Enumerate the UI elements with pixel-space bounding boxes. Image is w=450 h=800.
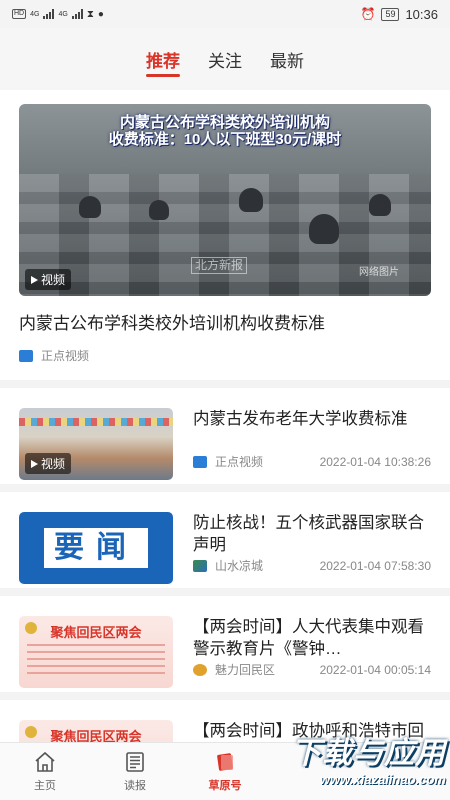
thumbnail-caption-line-1: 内蒙古公布学科类校外培训机构: [119, 114, 330, 131]
article-thumbnail[interactable]: 聚焦回民区两会: [19, 616, 173, 688]
source-logo-icon: [193, 663, 207, 676]
student-figure: [79, 196, 101, 218]
featured-meta: 正点视频: [19, 347, 431, 364]
article-meta: 山水凉城 2022-01-04 07:58:30: [193, 557, 431, 574]
nav-label: 草原号: [208, 780, 242, 792]
article-thumbnail[interactable]: 视频: [19, 408, 173, 480]
source-name[interactable]: 正点视频: [215, 453, 263, 470]
status-bar: HD 4G 4G ⧗ ● ⏰ 59 10:36: [0, 0, 450, 28]
featured-thumbnail[interactable]: 内蒙古公布学科类校外培训机构 收费标准：10人以下班型30元/课时 北方新报 网…: [19, 104, 431, 296]
source-name[interactable]: 魅力回民区: [215, 661, 275, 678]
source-logo-icon: [193, 455, 207, 468]
thumbnail-caption-line-2: 收费标准：10人以下班型30元/课时: [108, 131, 342, 148]
student-figure: [369, 194, 391, 216]
image-watermark: 网络图片: [359, 267, 399, 278]
article-body: 【两会时间】人大代表集中观看警示教育片《警钟… 魅力回民区 2022-01-04…: [193, 616, 431, 678]
clock: 10:36: [405, 6, 438, 22]
video-badge: 视频: [25, 453, 72, 474]
nav-newspaper[interactable]: 读报: [90, 743, 180, 800]
nav-grassland[interactable]: 草原号: [180, 743, 270, 800]
publish-time: 2022-01-04 07:58:30: [319, 558, 431, 573]
tab-following[interactable]: 关注: [208, 39, 242, 79]
nav-home[interactable]: 主页: [0, 743, 90, 800]
signal-icon: [43, 9, 55, 19]
featured-title[interactable]: 内蒙古公布学科类校外培训机构收费标准: [19, 312, 431, 336]
article-title[interactable]: 防止核战！五个核武器国家联合声明: [193, 512, 431, 556]
thumbnail-text: 聚焦回民区两会: [50, 729, 142, 742]
video-label: 视频: [41, 457, 66, 471]
publish-time: 2022-01-04 00:05:14: [319, 662, 431, 677]
video-badge: 视频: [25, 269, 72, 290]
news-feed[interactable]: 内蒙古公布学科类校外培训机构 收费标准：10人以下班型30元/课时 北方新报 网…: [0, 90, 450, 742]
thumbnail-caption: 内蒙古公布学科类校外培训机构 收费标准：10人以下班型30元/课时: [19, 114, 431, 148]
source-logo-icon: [193, 559, 207, 572]
article-thumbnail[interactable]: 聚焦回民区两会: [19, 720, 173, 742]
hourglass-icon: ⧗: [86, 8, 94, 20]
article-body: 内蒙古发布老年大学收费标准 正点视频 2022-01-04 10:38:26: [193, 408, 431, 470]
article-thumbnail[interactable]: 要闻: [19, 512, 173, 584]
article-meta: 魅力回民区 2022-01-04 00:05:14: [193, 661, 431, 678]
publish-time: 2022-01-04 10:38:26: [319, 454, 431, 469]
source-logo-icon: [19, 349, 33, 362]
video-label: 视频: [41, 273, 66, 287]
network-label: 4G: [30, 10, 40, 18]
article-title[interactable]: 内蒙古发布老年大学收费标准: [193, 408, 431, 452]
list-item[interactable]: 要闻 防止核战！五个核武器国家联合声明 山水凉城 2022-01-04 07:5…: [0, 492, 450, 596]
featured-article[interactable]: 内蒙古公布学科类校外培训机构 收费标准：10人以下班型30元/课时 北方新报 网…: [0, 90, 450, 388]
list-item[interactable]: 视频 内蒙古发布老年大学收费标准 正点视频 2022-01-04 10:38:2…: [0, 388, 450, 492]
message-icon: ●: [97, 8, 104, 20]
home-icon: [35, 751, 55, 772]
hd-badge: HD: [12, 9, 27, 19]
newspaper-watermark: 北方新报: [191, 257, 248, 274]
article-body: 防止核战！五个核武器国家联合声明 山水凉城 2022-01-04 07:58:3…: [193, 512, 431, 574]
student-figure: [239, 188, 263, 212]
network-label-2: 4G: [58, 10, 68, 18]
thumbnail-lines: [27, 644, 165, 674]
grassland-icon: [217, 753, 233, 771]
play-icon: [31, 275, 38, 284]
feed-tabs: 推荐 关注 最新: [0, 28, 450, 90]
article-meta: 正点视频 2022-01-04 10:38:26: [193, 453, 431, 470]
student-figure: [149, 200, 169, 220]
list-item[interactable]: 聚焦回民区两会 【两会时间】政协呼和浩特市回民区第十届委员会…: [0, 700, 450, 742]
nav-label: 主页: [34, 780, 56, 792]
battery-icon: 59: [381, 7, 400, 21]
list-item[interactable]: 聚焦回民区两会 【两会时间】人大代表集中观看警示教育片《警钟… 魅力回民区 20…: [0, 596, 450, 700]
newspaper-icon: [126, 752, 144, 772]
source-name[interactable]: 正点视频: [41, 347, 89, 364]
student-figure: [309, 214, 339, 244]
alarm-icon: ⏰: [360, 7, 376, 21]
status-right: ⏰ 59 10:36: [360, 7, 438, 22]
article-title[interactable]: 【两会时间】政协呼和浩特市回民区第十届委员会…: [193, 720, 431, 742]
bottom-nav: 主页 读报 草原号: [0, 742, 450, 800]
source-name[interactable]: 山水凉城: [215, 557, 263, 574]
tab-recommended[interactable]: 推荐: [146, 39, 180, 79]
tab-latest[interactable]: 最新: [270, 39, 304, 79]
signal-icon-2: [71, 9, 83, 19]
article-title[interactable]: 【两会时间】人大代表集中观看警示教育片《警钟…: [193, 616, 431, 660]
play-icon: [31, 459, 38, 468]
status-left: HD 4G 4G ⧗ ●: [12, 9, 104, 20]
article-body: 【两会时间】政协呼和浩特市回民区第十届委员会…: [193, 720, 431, 742]
nav-label: 读报: [124, 780, 146, 792]
thumbnail-text: 要闻: [44, 528, 148, 568]
thumbnail-text: 聚焦回民区两会: [50, 625, 142, 640]
